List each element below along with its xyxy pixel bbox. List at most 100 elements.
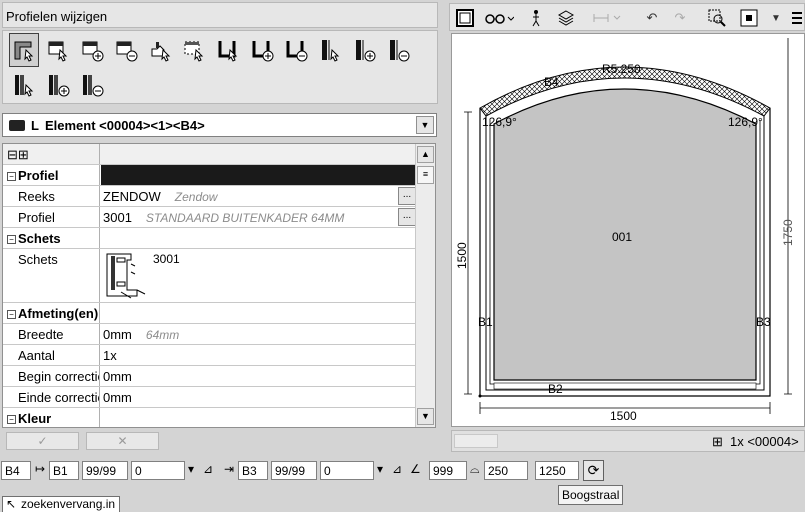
row-value[interactable]: 0mm 64mm: [101, 324, 417, 344]
left-profile-label: B1: [478, 315, 493, 329]
undo-icon[interactable]: ↶: [642, 8, 662, 28]
window-frame-drawing[interactable]: R5.250 B4 126,9° 126,9° 001 B1 B3 B2 150…: [452, 34, 804, 426]
bar-select-icon[interactable]: [315, 33, 345, 67]
grid-row-begin-correctie[interactable]: Begin correctie 0mm: [3, 366, 417, 387]
bottom-width-label: 1500: [610, 409, 637, 423]
row-value[interactable]: 3001 STANDAARD BUITENKADER 64MM: [101, 207, 417, 227]
element-selector[interactable]: L Element <00004><1><B4> ▼: [2, 113, 437, 137]
tab-bar: [0, 490, 805, 509]
top-profile-label: B4: [544, 75, 559, 89]
grid-snap-icon[interactable]: [738, 8, 760, 28]
drawing-canvas[interactable]: R5.250 B4 126,9° 126,9° 001 B1 B3 B2 150…: [451, 33, 805, 427]
refresh-icon[interactable]: ⟳: [583, 460, 604, 481]
bar-remove-icon[interactable]: [383, 33, 413, 67]
person-icon[interactable]: [528, 8, 544, 28]
grid-row-breedte[interactable]: Breedte 0mm 64mm: [3, 324, 417, 345]
frame-add-icon[interactable]: [247, 33, 277, 67]
profile-l-icon: L: [31, 117, 39, 133]
section-label: − Afmeting(en): [3, 303, 100, 323]
menu-icon[interactable]: [790, 8, 804, 28]
right-angle-label: 126,9°: [728, 115, 763, 129]
profile-edit-icon[interactable]: [43, 33, 73, 67]
row-label: Einde correctie: [3, 387, 100, 407]
row-label: Reeks: [3, 186, 100, 206]
view-toolbar: ↶ ↷ ▼: [449, 3, 805, 31]
flag-icon[interactable]: ▾: [188, 462, 194, 476]
angle-field[interactable]: 999: [429, 461, 467, 480]
grid-icon: ⊞: [712, 434, 723, 449]
zoom-select-icon[interactable]: [706, 8, 728, 28]
scroll-thumb[interactable]: ≡: [417, 166, 434, 184]
tooltip: Boogstraal: [558, 485, 624, 505]
section-label: − Profiel: [3, 165, 100, 185]
double-bar-select-icon[interactable]: [9, 68, 39, 102]
arc-field[interactable]: 250: [484, 461, 528, 480]
chevron-down-icon[interactable]: ▼: [768, 8, 784, 28]
arc-icon: ⌓: [470, 462, 480, 476]
layers-icon[interactable]: [556, 8, 576, 28]
profile-input-bar: B4 ↦ B1 99/99 0 ▾ ⊿ ⇥ B3 99/99 0 ▾ ⊿ ∠ 9…: [0, 458, 805, 484]
apply-button[interactable]: ✓: [6, 432, 79, 450]
flag-icon[interactable]: ▾: [377, 462, 383, 476]
panel-title: Profielen wijzigen: [2, 2, 438, 28]
grid-row-profiel[interactable]: Profiel 3001 STANDAARD BUITENKADER 64MM .…: [3, 207, 417, 228]
grid-section-afmeting[interactable]: − Afmeting(en): [3, 303, 417, 324]
profile-field[interactable]: B4: [1, 461, 31, 480]
tab-zoekenvervang[interactable]: ↖ zoekenvervang.in: [2, 496, 121, 512]
left-angle-label: 126,9°: [482, 115, 517, 129]
browse-button[interactable]: ...: [398, 208, 416, 226]
start-ratio-field[interactable]: 99/99: [82, 461, 128, 480]
start-value-field[interactable]: 0: [131, 461, 185, 480]
expand-collapse-icon[interactable]: ⊟⊞: [3, 144, 100, 164]
dimension-icon[interactable]: [590, 8, 624, 28]
scroll-down-icon[interactable]: ▼: [417, 408, 434, 425]
browse-button[interactable]: ...: [398, 187, 416, 205]
row-value: 3001: [101, 249, 417, 302]
profile-arrow-icon[interactable]: [145, 33, 175, 67]
profile-dotted-icon[interactable]: [179, 33, 209, 67]
profile-add-icon[interactable]: [77, 33, 107, 67]
row-label: Profiel: [3, 207, 100, 227]
grid-scrollbar[interactable]: ▲ ≡ ▼: [415, 144, 435, 427]
profile-select-icon[interactable]: [9, 33, 39, 67]
end-ratio-field[interactable]: 99/99: [271, 461, 317, 480]
frame-select-icon[interactable]: [213, 33, 243, 67]
grid-section-profiel[interactable]: − Profiel: [3, 165, 417, 186]
glasses-icon[interactable]: [482, 8, 516, 28]
grid-row-schets[interactable]: Schets 3001: [3, 249, 417, 303]
grid-row-aantal[interactable]: Aantal 1x: [3, 345, 417, 366]
height-field[interactable]: 1250: [535, 461, 579, 480]
horizontal-scrollbar[interactable]: [454, 434, 498, 448]
frame-view-icon[interactable]: [454, 8, 476, 28]
end-profile-field[interactable]: B3: [238, 461, 268, 480]
double-bar-remove-icon[interactable]: [77, 68, 107, 102]
profile-toolbar: [2, 30, 438, 104]
cancel-button[interactable]: ✕: [86, 432, 159, 450]
element-color-swatch: [9, 119, 25, 131]
bottom-profile-label: B2: [548, 382, 563, 396]
row-value[interactable]: 1x: [101, 345, 417, 365]
chevron-down-icon[interactable]: ▼: [416, 116, 434, 134]
scroll-up-icon[interactable]: ▲: [417, 146, 434, 163]
miter-icon[interactable]: ⊿: [203, 462, 213, 476]
row-value[interactable]: ZENDOW Zendow: [101, 186, 417, 206]
left-height-label: 1500: [455, 242, 469, 269]
bar-add-icon[interactable]: [349, 33, 379, 67]
row-value[interactable]: 0mm: [101, 366, 417, 386]
miter-icon[interactable]: ⊿: [392, 462, 402, 476]
grid-row-reeks[interactable]: Reeks ZENDOW Zendow ...: [3, 186, 417, 207]
redo-icon[interactable]: ↷: [670, 8, 690, 28]
start-profile-field[interactable]: B1: [49, 461, 79, 480]
end-value-field[interactable]: 0: [320, 461, 374, 480]
frame-remove-icon[interactable]: [281, 33, 311, 67]
double-bar-add-icon[interactable]: [43, 68, 73, 102]
grid-header-row: ⊟⊞: [3, 144, 417, 165]
row-label: Begin correctie: [3, 366, 100, 386]
end-arrow-icon: ⇥: [224, 462, 235, 476]
grid-section-schets[interactable]: − Schets: [3, 228, 417, 249]
row-value[interactable]: 0mm: [101, 387, 417, 407]
profile-remove-icon[interactable]: [111, 33, 141, 67]
grid-row-einde-correctie[interactable]: Einde correctie 0mm: [3, 387, 417, 408]
start-arrow-icon: ↦: [35, 462, 46, 476]
grid-section-kleur[interactable]: − Kleur: [3, 408, 417, 427]
